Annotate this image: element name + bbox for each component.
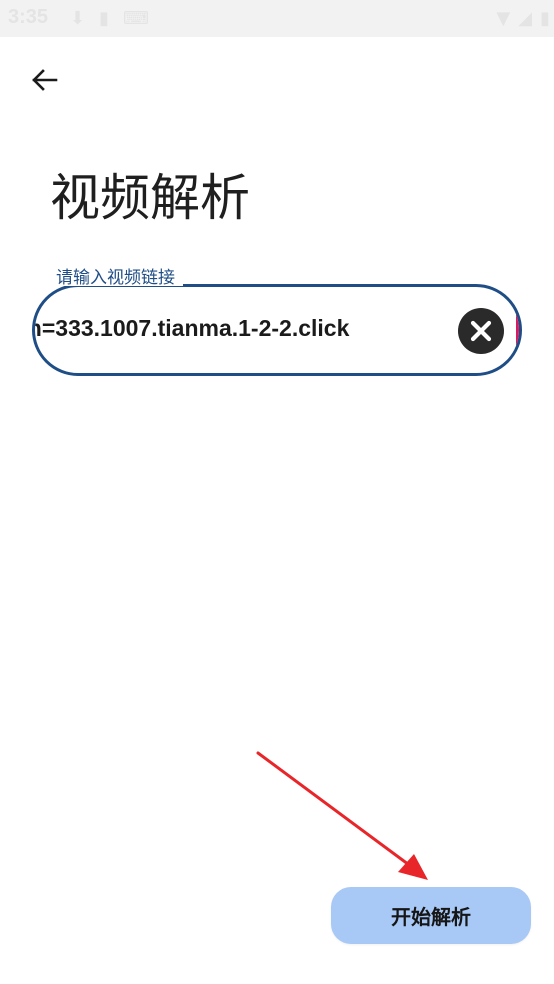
status-time: 3:35 [8,6,49,28]
status-icons-right: ▼ ◢ ▮ [496,8,550,29]
keyboard-icon: ⌨ [123,8,149,29]
sim-icon: ▮ [99,8,109,29]
close-icon [470,320,492,342]
status-bar: 3:35 ⬇ ▮ ⌨ ▼ ◢ ▮ [0,0,554,37]
status-icons-left: ⬇ ▮ ⌨ [70,8,149,29]
annotation-arrow [256,751,428,880]
page-title: 视频解析 [50,169,250,227]
arrow-left-icon [32,69,58,91]
back-button[interactable] [22,58,66,102]
wifi-icon: ▼ [496,8,511,29]
clear-button[interactable] [458,308,504,354]
start-parse-button[interactable]: 开始解析 [331,887,531,944]
url-field-label: 请输入视频链接 [48,267,183,286]
url-field[interactable] [32,284,522,376]
url-input[interactable] [35,315,519,342]
battery-icon: ▮ [540,8,550,29]
text-caret [516,313,519,349]
signal-icon: ◢ [518,8,533,29]
download-icon: ⬇ [70,8,86,29]
